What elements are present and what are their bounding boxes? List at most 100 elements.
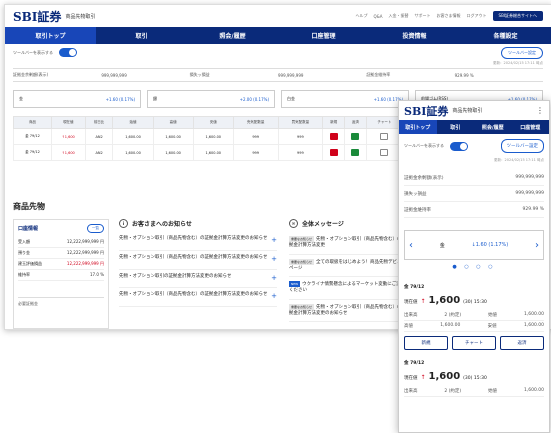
detail-row: 出来高 2 (約定) 始値 1,600.00: [404, 386, 544, 397]
ticker-value: +2.00 (0.17%): [239, 96, 269, 102]
nav-trade[interactable]: 取引: [96, 27, 187, 44]
product-card: 金 79/12 現在値 ↑ 1,600 (30) 15:30 出来高 2 (約定) 始値 1…: [404, 360, 544, 397]
product-title[interactable]: 金 79/12: [404, 284, 544, 290]
stat-row: 証拠金余剰額(表示) 999,999,999: [404, 170, 544, 186]
qa-link[interactable]: Q&A: [374, 14, 383, 19]
news-item[interactable]: 先物・オプション取引（商品先物含む）の証拠金計算方法変更のお知らせ +: [119, 232, 277, 251]
toolbar-toggle[interactable]: [59, 48, 77, 57]
support-link[interactable]: サポート: [415, 13, 431, 19]
nav-trade-top[interactable]: 取引トップ: [5, 27, 96, 44]
account-value: 12,222,999,999 円: [66, 239, 104, 244]
product-card: 金 79/12 現在値 ↑ 1,600 (30) 15:30 出来高 2 (約定) 始値 1…: [404, 284, 544, 350]
stat-value: 999,999,999: [515, 191, 544, 196]
message-item[interactable]: NEW ウクライナ情勢懸念によるマーケット変動にご注意ください: [289, 277, 407, 300]
chart-button[interactable]: [380, 132, 389, 140]
account-footer: 必要証拠金: [18, 297, 104, 307]
new-order-button[interactable]: [329, 132, 338, 140]
plus-icon: +: [271, 254, 277, 263]
logout-link[interactable]: ログアウト: [467, 13, 487, 19]
nav-settings[interactable]: 各種設定: [460, 27, 551, 44]
customer-info-link[interactable]: お客さま情報: [437, 13, 461, 19]
sbi-logo[interactable]: SBI証券: [13, 8, 61, 25]
nav-history[interactable]: 照会/履歴: [187, 27, 278, 44]
more-menu-icon[interactable]: ⋮: [536, 106, 544, 115]
new-order-button[interactable]: 新規: [404, 336, 448, 350]
news-item[interactable]: 先物・オプション取引の証拠金計算方法変更のお知らせ +: [119, 270, 277, 289]
account-value: 17.0 %: [90, 272, 104, 277]
ticker-carousel: ‹ 金 ↓1.60 (1.17%) ›: [404, 230, 544, 260]
ticker-card[interactable]: 銀 +2.00 (0.17%): [147, 90, 275, 108]
detail-label: 安値: [487, 324, 497, 329]
col-header: 高値: [152, 116, 194, 129]
sbi-logo[interactable]: SBI証券: [404, 103, 448, 119]
message-item[interactable]: 重要なお知らせ 先物・オプション取引（商品先物含む）の証拠金計算方法変更: [289, 232, 407, 255]
message-panel: ✉ 全体メッセージ 重要なお知らせ 先物・オプション取引（商品先物含む）の証拠金計算…: [289, 219, 407, 323]
cell-price: ↑1,600: [50, 144, 86, 161]
summary-label: 損失ッ損益: [189, 72, 210, 77]
account-value: 12,222,999,999 円: [66, 250, 104, 255]
carousel-dots[interactable]: ● ○ ○ ○: [399, 264, 549, 270]
chart-button[interactable]: チャート: [452, 336, 496, 350]
nav-trade[interactable]: 取引: [437, 120, 475, 134]
col-header: 安値: [192, 116, 234, 129]
account-value: 12,222,999,999 円: [66, 261, 104, 266]
cell-name[interactable]: 金 79/12: [13, 128, 52, 145]
news-item[interactable]: 先物・オプション取引（商品先物含む）の証拠金計算方法変更のお知らせ +: [119, 251, 277, 270]
product-title[interactable]: 金 79/12: [404, 360, 544, 366]
mobile-nav: 取引トップ 取引 照会/履歴 口座管理: [399, 120, 549, 134]
detail-label: 高値: [404, 324, 413, 329]
updated-time: 更新：2024/02/15 17:11 時点: [493, 61, 543, 65]
news-title: お客さまへのお知らせ: [132, 221, 192, 228]
plus-icon: +: [271, 236, 277, 244]
updated-time: 更新：2024/02/15 17:11 時点: [494, 158, 544, 162]
message-item[interactable]: 重要なお知らせ 全ての取扱をはじめよう！商品先物デビューページ: [289, 255, 407, 278]
close-order-button[interactable]: [351, 148, 360, 156]
nav-history[interactable]: 照会/履歴: [474, 120, 512, 134]
stat-label: 損失ッ損益: [404, 191, 427, 197]
deposit-link[interactable]: 入金・振替: [389, 13, 409, 19]
detail-label: 出来高: [404, 313, 418, 318]
cell-buy: 999: [277, 128, 324, 145]
close-order-button[interactable]: 返済: [500, 336, 544, 350]
cell-open: 1,600.00: [112, 128, 154, 145]
nav-account[interactable]: 口座管理: [278, 27, 369, 44]
cell-name[interactable]: 金 79/12: [13, 144, 52, 161]
summary-value: 999,999,999: [277, 72, 304, 78]
message-tag: 重要なお知らせ: [289, 236, 314, 243]
account-label: 建玉評価損益: [18, 261, 42, 266]
detail-label: 始値: [488, 313, 498, 318]
toolbar-settings-button[interactable]: ツールバー設定: [500, 139, 544, 153]
cell-sell: 999: [232, 128, 279, 145]
chevron-left-icon[interactable]: ‹: [409, 240, 413, 251]
chevron-right-icon[interactable]: ›: [535, 240, 539, 251]
ticker-value: +1.60 (0.17%): [105, 96, 135, 102]
table-row: 金 79/12 ↑1,600 AN2 1,600.00 1,600.00 1,6…: [13, 128, 404, 145]
detail-row: 高値 1,600.00 安値 1,600.00: [404, 321, 544, 332]
nav-trade-top[interactable]: 取引トップ: [399, 120, 437, 134]
nav-account[interactable]: 口座管理: [512, 120, 550, 134]
new-order-button[interactable]: [329, 148, 338, 156]
account-row: 建玉評価損益 12,222,999,999 円: [18, 259, 104, 270]
product-price: 1,600: [428, 371, 461, 382]
section-title: 商品先物: [13, 202, 45, 211]
summary-value: 999,999,999: [101, 72, 127, 78]
close-order-button[interactable]: [351, 132, 360, 140]
ticker-card[interactable]: 白金 +1.60 (0.17%): [281, 90, 409, 108]
toolbar-toggle[interactable]: [450, 141, 468, 151]
mobile-toolbar-row: ツールバーを表示する ツールバー設定: [399, 134, 549, 158]
main-site-button[interactable]: SBI証券総合サイトへ: [492, 11, 543, 21]
news-text: 先物・オプション取引（商品先物含む）の証拠金計算方法変更のお知らせ: [119, 236, 268, 241]
summary-label: 証拠金維持率: [366, 72, 391, 77]
news-item[interactable]: 先物・オプション取引（商品先物含む）の証拠金計算方法変更のお知らせ +: [119, 288, 277, 308]
toolbar-settings-button[interactable]: ツールバー設定: [501, 46, 543, 59]
cell-diff: AN2: [84, 128, 114, 145]
message-icon: ✉: [289, 219, 298, 228]
stat-label: 証拠金余剰額(表示): [404, 175, 444, 181]
account-list-button[interactable]: 一覧: [87, 224, 104, 233]
nav-info[interactable]: 投資情報: [369, 27, 460, 44]
account-row: 維持率 17.0 %: [18, 270, 104, 281]
chart-button[interactable]: [380, 148, 389, 156]
ticker-card[interactable]: 金 +1.60 (0.17%): [13, 90, 141, 108]
message-item[interactable]: 重要なお知らせ 先物・オプション取引（商品先物含む）の証拠金計算方法変更のお知らせ: [289, 300, 407, 323]
help-link[interactable]: ヘルプ: [356, 13, 368, 19]
